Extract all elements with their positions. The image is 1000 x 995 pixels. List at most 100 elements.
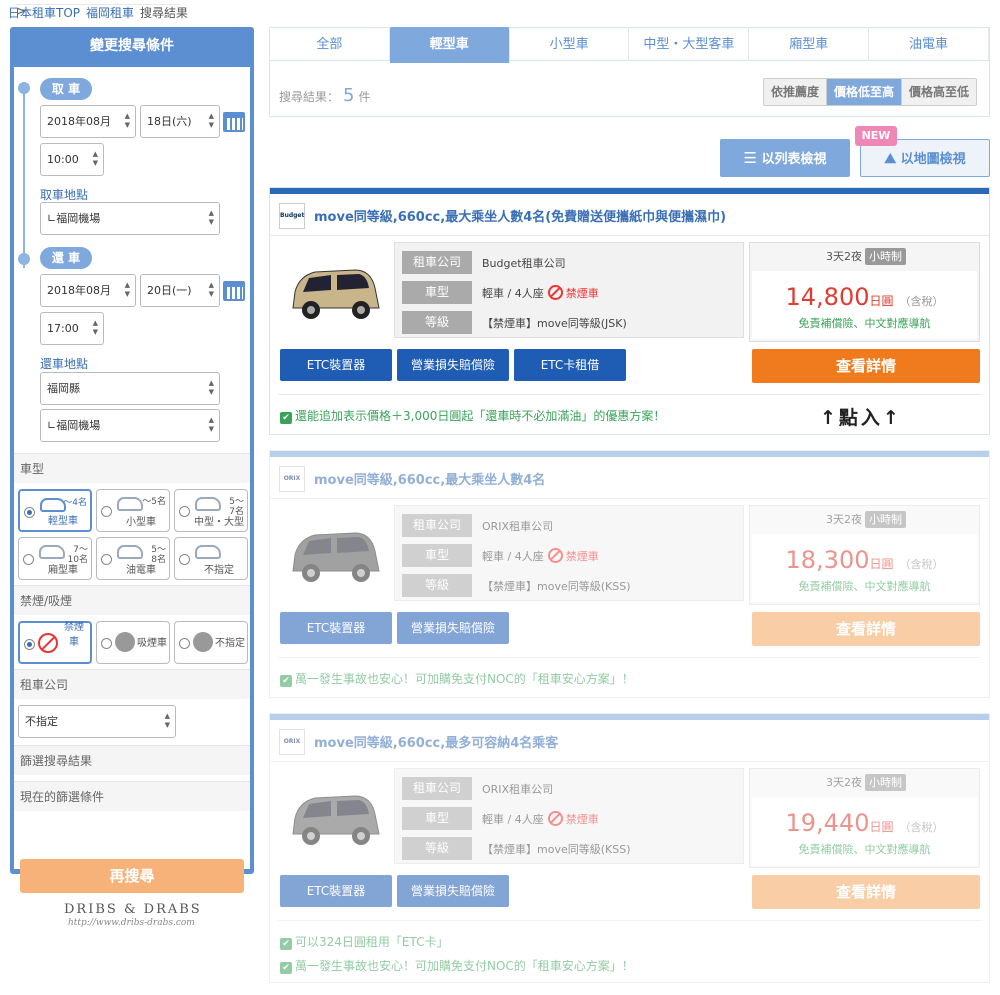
option-tag[interactable]: 營業損失賠償險: [397, 875, 509, 907]
radio-button[interactable]: [24, 507, 35, 518]
breadcrumb-region[interactable]: 福岡租車: [86, 6, 134, 20]
tab-4[interactable]: 廂型車: [749, 28, 870, 60]
view-details-button[interactable]: 查看詳情: [752, 875, 980, 909]
select-arrows-icon: ▲ ▼: [124, 281, 130, 298]
view-details-button[interactable]: 查看詳情: [752, 349, 980, 383]
dropoff-location-label: 還車地點: [40, 357, 89, 371]
calendar-icon[interactable]: [223, 281, 245, 301]
car-type-label: 油電車: [126, 565, 156, 576]
pickup-location-value: ∟福岡機場: [47, 212, 101, 225]
price-currency: 日圓: [869, 294, 894, 308]
car-icon: [39, 545, 65, 559]
breadcrumb: 日本租車TOP > 福岡租車 > 搜尋結果: [8, 4, 194, 21]
car-type-label: 中型・大型: [194, 517, 244, 528]
radio-button[interactable]: [101, 638, 112, 649]
price-value: 18,300: [785, 546, 870, 574]
result-count: 搜尋結果： 5 件: [279, 85, 370, 106]
dropoff-location-select[interactable]: ∟福岡機場 ▲ ▼: [40, 409, 220, 442]
included-services: 免責補償險、中文對應導航: [798, 580, 931, 593]
price-body: 19,440日圓 （含稅） 免責補償險、中文對應導航: [752, 797, 977, 865]
radio-button[interactable]: [179, 506, 190, 517]
option-tag[interactable]: ETC卡租借: [514, 349, 626, 381]
pickup-location-label: 取車地點: [40, 188, 89, 202]
breadcrumb-current: 搜尋結果: [140, 6, 189, 20]
sort-option[interactable]: 價格高至低: [901, 79, 976, 105]
car-icon: [117, 497, 143, 511]
tab-2[interactable]: 小型車: [510, 28, 630, 60]
price-duration: 3天2夜 小時制: [750, 769, 979, 797]
no-smoking-icon: [547, 285, 563, 300]
car-type-option[interactable]: 5～ 8名 油電車: [96, 537, 170, 580]
car-type-option[interactable]: ～5名 小型車: [96, 489, 170, 532]
result-bar: 搜尋結果： 5 件 依推薦度 價格低至高 價格高至低: [269, 61, 990, 117]
current-filter-label[interactable]: 現在的篩選條件: [14, 781, 250, 811]
view-details-button[interactable]: 查看詳情: [752, 612, 980, 646]
tab-5[interactable]: 油電車: [869, 28, 989, 60]
car-type-option[interactable]: ～4名 輕型車: [18, 489, 92, 532]
option-tag[interactable]: 營業損失賠償險: [397, 349, 509, 381]
smoking-option[interactable]: 禁煙車: [18, 621, 92, 664]
promo-note: 還能追加表示價格＋3,000日圓起「還車時不必加滿油」的優惠方案！: [280, 407, 665, 424]
info-row: 租車公司 Budget租車公司: [402, 251, 742, 274]
pickup-label: 取 車: [40, 78, 92, 100]
car-type-option[interactable]: 5～ 7名 中型・大型: [174, 489, 248, 532]
promo-note: 萬一發生事故也安心！可加購免支付NOC的「租車安心方案」！: [280, 670, 634, 687]
car-type-option[interactable]: 7～ 10名 廂型車: [18, 537, 92, 580]
dropoff-day-select[interactable]: 20日(一) ▲ ▼: [140, 274, 220, 307]
price-amount: 18,300日圓 （含稅）: [752, 546, 977, 574]
radio-button[interactable]: [24, 639, 35, 650]
select-arrows-icon: ▲ ▼: [208, 209, 214, 226]
company-logo: ORIX: [279, 729, 305, 755]
card-title[interactable]: move同等級,660cc,最大乘坐人數4名(免費贈送便攜紙巾與便攜濕巾): [314, 206, 726, 225]
smoking-option[interactable]: 不指定: [174, 621, 248, 664]
info-row: 車型 輕車 / 4人座 禁煙車: [402, 807, 742, 830]
result-count-unit: 件: [358, 90, 371, 104]
pickup-month-select[interactable]: 2018年08月 ▲ ▼: [40, 105, 136, 138]
dropoff-time-select[interactable]: 17:00 ▲ ▼: [40, 312, 104, 345]
radio-button[interactable]: [101, 554, 112, 565]
radio-button[interactable]: [179, 554, 190, 565]
dropoff-month-select[interactable]: 2018年08月 ▲ ▼: [40, 274, 136, 307]
sort-option[interactable]: 依推薦度: [763, 79, 827, 105]
car-type-option[interactable]: 不指定: [174, 537, 248, 580]
dropoff-prefecture-select[interactable]: 福岡縣 ▲ ▼: [40, 372, 220, 405]
tab-3[interactable]: 中型・大型客車: [629, 28, 750, 60]
map-view-label: 以地圖檢視: [900, 152, 966, 167]
pickup-location-select[interactable]: ∟福岡機場 ▲ ▼: [40, 202, 220, 235]
smoking-option[interactable]: 吸煙車: [96, 621, 170, 664]
tab-0[interactable]: 全部: [270, 28, 390, 60]
card-title[interactable]: move同等級,660cc,最大乘坐人數4名: [314, 469, 545, 488]
included-services: 免責補償險、中文對應導航: [798, 843, 931, 856]
pickup-day-value: 18日(六): [147, 115, 192, 128]
new-badge: NEW: [855, 126, 897, 146]
info-row: 租車公司 ORIX租車公司: [402, 777, 742, 800]
price-amount: 14,800日圓 （含稅）: [752, 283, 977, 311]
filter-results-label[interactable]: 篩選搜尋結果: [14, 745, 250, 775]
option-tag[interactable]: ETC裝置器: [280, 612, 392, 644]
car-info-panel: 租車公司 ORIX租車公司 車型 輕車 / 4人座 禁煙車 等級 【禁煙車】move同等級(…: [394, 505, 744, 601]
card-header: Budget move同等級,660cc,最大乘坐人數4名(免費贈送便攜紙巾與便攜…: [270, 194, 989, 236]
tab-1[interactable]: 輕型車: [389, 27, 510, 63]
list-view-button[interactable]: ☰ 以列表檢視: [720, 139, 850, 177]
pickup-time-select[interactable]: 10:00 ▲ ▼: [40, 143, 104, 176]
option-tag[interactable]: ETC裝置器: [280, 875, 392, 907]
breadcrumb-separator: >: [16, 4, 181, 18]
option-tag[interactable]: 營業損失賠償險: [397, 612, 509, 644]
calendar-icon[interactable]: [223, 112, 245, 132]
company-select[interactable]: 不指定 ▲ ▼: [18, 705, 176, 738]
select-arrows-icon: ▲ ▼: [208, 112, 214, 129]
info-row: 車型 輕車 / 4人座 禁煙車: [402, 544, 742, 567]
radio-button[interactable]: [23, 554, 34, 565]
radio-button[interactable]: [101, 506, 112, 517]
timeline-line: [23, 88, 25, 268]
radio-button[interactable]: [179, 638, 190, 649]
sort-option[interactable]: 價格低至高: [826, 79, 902, 105]
research-button[interactable]: 再搜尋: [20, 859, 244, 893]
car-image: [285, 784, 385, 854]
price-currency: 日圓: [869, 820, 894, 834]
class-value: 【禁煙車】move同等級(KSS): [482, 843, 631, 856]
option-tag[interactable]: ETC裝置器: [280, 349, 392, 381]
pickup-day-select[interactable]: 18日(六) ▲ ▼: [140, 105, 220, 138]
card-title[interactable]: move同等級,660cc,最多可容納4名乘客: [314, 732, 558, 751]
car-type-label: 輕型車: [48, 516, 78, 527]
